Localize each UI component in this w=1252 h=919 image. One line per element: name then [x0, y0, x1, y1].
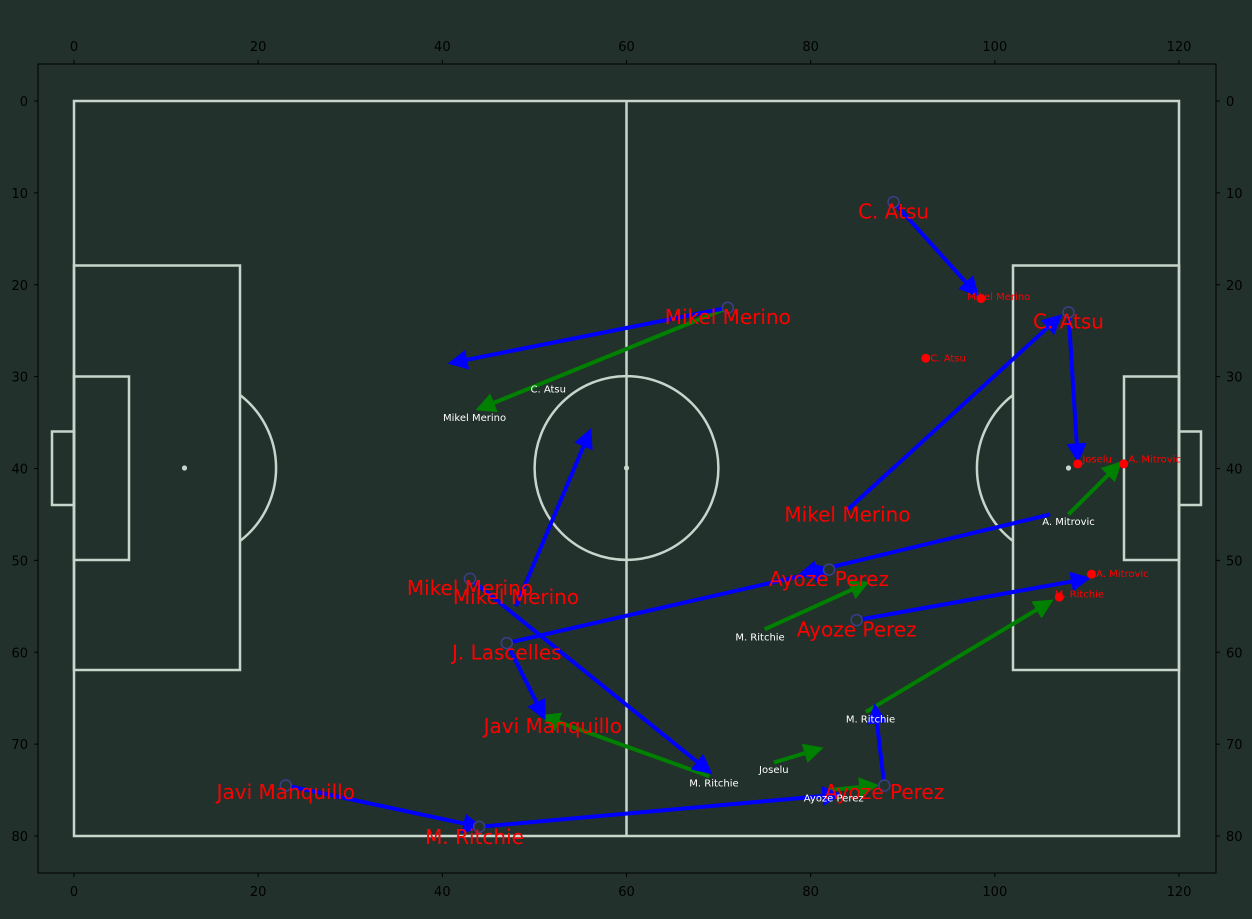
pitch-diagram: 0 0 20 20 40 40 60 60 80 80 100 100 120 120 0 0 10 10 20 20… [11, 40, 1243, 900]
y-tick-label: 60 [11, 646, 28, 661]
y-tick-label: 60 [1226, 646, 1243, 661]
x-tick-label: 60 [618, 885, 635, 900]
end-point-marker [921, 353, 931, 363]
y-tick-label: 30 [11, 371, 28, 386]
carry-player-label: Mikel Merino [443, 413, 506, 424]
y-tick-label: 20 [11, 279, 28, 294]
end-player-label: C. Atsu [930, 353, 965, 364]
x-tick-label: 0 [70, 885, 78, 900]
player-name-label: C. Atsu [858, 199, 929, 223]
y-tick-label: 70 [11, 738, 28, 753]
end-player-label: A. Mitrovic [1128, 454, 1181, 465]
player-name-label: Javi Manquillo [215, 780, 355, 804]
end-player-label: Mikel Merino [967, 292, 1030, 303]
end-point-marker [1087, 569, 1097, 579]
y-tick-label: 20 [1226, 279, 1243, 294]
end-player-label: Joselu [1081, 454, 1112, 465]
carry-player-label: M. Ritchie [735, 633, 784, 644]
left-penalty-spot [181, 465, 188, 471]
y-tick-label: 30 [1226, 371, 1243, 386]
y-tick-label: 70 [1226, 738, 1243, 753]
y-tick-label: 50 [11, 554, 28, 569]
player-name-label: Mikel Merino [453, 585, 579, 609]
x-tick-label: 100 [982, 40, 1007, 55]
y-tick-label: 10 [1226, 187, 1243, 202]
carry-player-label: Ayoze Perez [804, 793, 864, 804]
carry-player-label: C. Atsu [530, 385, 565, 396]
player-name-label: Javi Manquillo [482, 714, 622, 738]
x-tick-label: 100 [982, 885, 1007, 900]
y-tick-label: 50 [1226, 554, 1243, 569]
carry-player-label: Joselu [758, 765, 789, 776]
x-tick-label: 60 [618, 40, 635, 55]
player-name-label: J. Lascelles [450, 640, 562, 664]
carry-player-label: M. Ritchie [846, 714, 895, 725]
x-tick-label: 80 [802, 885, 819, 900]
end-player-label: M. Ritchie [1055, 589, 1104, 600]
x-tick-label: 20 [250, 40, 267, 55]
end-player-label: A. Mitrovic [1096, 569, 1149, 580]
player-name-label: Mikel Merino [665, 305, 791, 329]
y-tick-label: 0 [1226, 95, 1234, 110]
y-tick-label: 10 [11, 187, 28, 202]
player-name-label: Ayoze Perez [769, 567, 889, 591]
player-name-label: M. Ritchie [425, 825, 524, 849]
y-tick-label: 0 [20, 95, 28, 110]
carry-player-label: M. Ritchie [689, 779, 738, 790]
y-tick-label: 80 [1226, 830, 1243, 845]
x-tick-label: 40 [434, 885, 451, 900]
end-point-marker [1073, 459, 1083, 469]
x-tick-label: 40 [434, 40, 451, 55]
x-tick-label: 80 [802, 40, 819, 55]
right-penalty-spot [1065, 465, 1072, 471]
y-tick-label: 80 [11, 830, 28, 845]
player-name-label: C. Atsu [1033, 310, 1104, 334]
x-tick-label: 120 [1167, 40, 1192, 55]
y-tick-label: 40 [1226, 463, 1243, 478]
player-name-label: Ayoze Perez [797, 617, 917, 641]
carry-player-label: A. Mitrovic [1042, 517, 1095, 528]
y-tick-label: 40 [11, 463, 28, 478]
player-name-label: Mikel Merino [784, 502, 910, 526]
end-point-marker [1119, 459, 1129, 469]
centre-spot [623, 465, 630, 471]
x-tick-label: 120 [1167, 885, 1192, 900]
x-tick-label: 20 [250, 885, 267, 900]
x-tick-label: 0 [70, 40, 78, 55]
